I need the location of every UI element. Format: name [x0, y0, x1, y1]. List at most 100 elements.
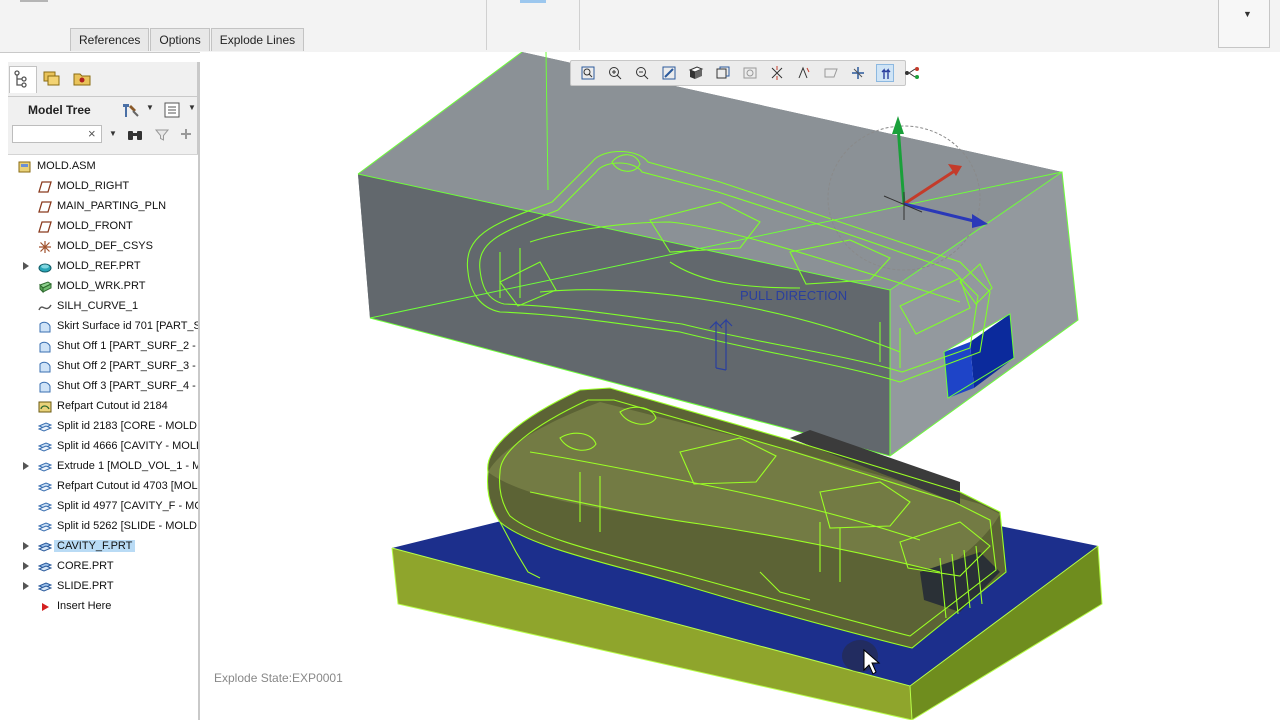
perspective-button[interactable] — [768, 64, 786, 82]
tree-item[interactable]: MOLD_REF.PRT — [8, 257, 198, 277]
mold-volume-icon — [38, 582, 52, 592]
tree-item-label: Split id 2183 [CORE - MOLD V — [57, 420, 198, 432]
coordinate-system-icon — [39, 241, 51, 253]
annotation-button[interactable] — [822, 64, 840, 82]
add-column-icon[interactable] — [179, 127, 193, 141]
zoom-in-button[interactable] — [606, 64, 624, 82]
split-icon — [38, 482, 52, 492]
tree-item[interactable]: Split id 2183 [CORE - MOLD V — [8, 417, 198, 437]
tree-item[interactable]: MOLD_FRONT — [8, 217, 198, 237]
view-manager-icon — [743, 67, 757, 79]
reference-part-icon — [38, 263, 52, 273]
tree-item-label: MAIN_PARTING_PLN — [57, 200, 167, 212]
tree-item-label: CAVITY_F.PRT — [54, 540, 136, 552]
tree-item[interactable]: MAIN_PARTING_PLN — [8, 197, 198, 217]
curve-icon — [38, 304, 52, 311]
tree-item[interactable]: MOLD_DEF_CSYS — [8, 237, 198, 257]
saved-views-button[interactable] — [714, 64, 732, 82]
spin-center-button[interactable] — [849, 64, 867, 82]
tab-model-tree[interactable] — [9, 66, 37, 93]
filter-icon[interactable] — [154, 127, 170, 143]
zoom-out-button[interactable] — [633, 64, 651, 82]
expand-arrow-icon[interactable] — [23, 542, 29, 550]
model-tree-icon — [14, 70, 27, 88]
split-icon — [38, 522, 52, 532]
tree-item[interactable]: Skirt Surface id 701 [PART_SU — [8, 317, 198, 337]
pull-direction-icon — [881, 68, 891, 79]
tree-item[interactable]: Refpart Cutout id 2184 — [8, 397, 198, 417]
expand-arrow-icon[interactable] — [23, 462, 29, 470]
chevron-down-icon[interactable]: ▼ — [109, 129, 117, 138]
pull-direction-label: PULL DIRECTION — [740, 288, 847, 303]
tree-item[interactable]: CAVITY_F.PRT — [8, 537, 198, 557]
split-icon — [38, 442, 52, 452]
tree-item-label: MOLD_WRK.PRT — [57, 280, 146, 292]
model-tree: MOLD.ASM MOLD_RIGHT MAIN_PARTING_PLN MOLD_F… — [8, 154, 198, 721]
ribbon-divider — [579, 0, 580, 50]
tree-item-label: Split id 4666 [CAVITY - MOLD — [57, 440, 198, 452]
favorites-icon — [73, 73, 91, 86]
close-icon[interactable]: × — [88, 126, 96, 141]
show-icon[interactable] — [163, 101, 181, 119]
tree-item-label: CORE.PRT — [57, 560, 114, 572]
display-style-icon — [688, 66, 704, 79]
tree-item[interactable]: Refpart Cutout id 4703 [MOLD — [8, 477, 198, 497]
split-icon — [38, 462, 52, 472]
datum-plane-icon — [38, 221, 52, 233]
tree-item[interactable]: MOLD_RIGHT — [8, 177, 198, 197]
repaint-button[interactable] — [660, 64, 678, 82]
tree-item[interactable]: SILH_CURVE_1 — [8, 297, 198, 317]
tree-item[interactable]: MOLD_WRK.PRT — [8, 277, 198, 297]
saved-views-icon — [716, 66, 730, 79]
tree-item[interactable]: MOLD.ASM — [8, 157, 198, 177]
tree-item[interactable]: Extrude 1 [MOLD_VOL_1 - MO — [8, 457, 198, 477]
display-style-button[interactable] — [687, 64, 705, 82]
settings-icon[interactable] — [120, 101, 142, 119]
spin-center-icon — [852, 67, 864, 79]
ribbon-highlight — [520, 0, 546, 3]
model-tree-title: Model Tree — [28, 103, 91, 117]
refit-button[interactable] — [579, 64, 597, 82]
chevron-down-icon[interactable]: ▼ — [188, 103, 196, 112]
graphics-window[interactable]: PULL DIRECTION Explode State:EXP0001 — [200, 52, 1280, 720]
tree-item-label: Refpart Cutout id 2184 — [57, 400, 168, 412]
tree-item[interactable]: SLIDE.PRT — [8, 577, 198, 597]
ribbon-divider — [486, 0, 487, 50]
split-icon — [38, 422, 52, 432]
datum-display-button[interactable] — [795, 64, 813, 82]
expand-arrow-icon[interactable] — [23, 582, 29, 590]
ribbon: References Options Explode Lines ▼ — [0, 0, 1280, 53]
tree-item[interactable]: Insert Here — [8, 597, 198, 617]
tree-item[interactable]: Split id 4977 [CAVITY_F - MOL — [8, 497, 198, 517]
surface-icon — [39, 381, 51, 393]
find-icon[interactable] — [126, 127, 144, 143]
expand-arrow-icon[interactable] — [23, 262, 29, 270]
zoom-out-icon — [636, 67, 649, 80]
expand-arrow-icon[interactable] — [23, 562, 29, 570]
explode-lines-button[interactable] — [903, 64, 921, 82]
explode-lines-icon — [905, 67, 919, 79]
tab-references[interactable]: References — [70, 28, 150, 51]
cavity-block[interactable] — [357, 52, 1079, 457]
folder-browser-icon — [43, 71, 60, 86]
tab-explode-lines[interactable]: Explode Lines — [210, 28, 305, 51]
annotation-icon — [824, 68, 838, 78]
tree-item[interactable]: Shut Off 3 [PART_SURF_4 - P — [8, 377, 198, 397]
tab-folder-browser[interactable] — [40, 66, 66, 92]
model-tree-header: Model Tree ▼ ▼ — [8, 96, 198, 123]
workpiece-icon — [39, 281, 52, 294]
tab-options[interactable]: Options — [150, 28, 210, 51]
chevron-down-icon[interactable]: ▼ — [146, 103, 154, 112]
pull-direction-button[interactable] — [876, 64, 894, 82]
graphics-toolbar — [570, 60, 919, 86]
split-icon — [38, 502, 52, 512]
view-manager-button[interactable] — [741, 64, 759, 82]
tree-item[interactable]: Split id 5262 [SLIDE - MOLD V — [8, 517, 198, 537]
tree-item-label: Skirt Surface id 701 [PART_SU — [57, 320, 198, 332]
tab-favorites[interactable] — [70, 66, 96, 92]
ribbon-collapse-button[interactable]: ▼ — [1218, 0, 1270, 48]
tree-item[interactable]: Shut Off 1 [PART_SURF_2 - P — [8, 337, 198, 357]
tree-item[interactable]: CORE.PRT — [8, 557, 198, 577]
tree-item[interactable]: Shut Off 2 [PART_SURF_3 - P — [8, 357, 198, 377]
tree-item[interactable]: Split id 4666 [CAVITY - MOLD — [8, 437, 198, 457]
